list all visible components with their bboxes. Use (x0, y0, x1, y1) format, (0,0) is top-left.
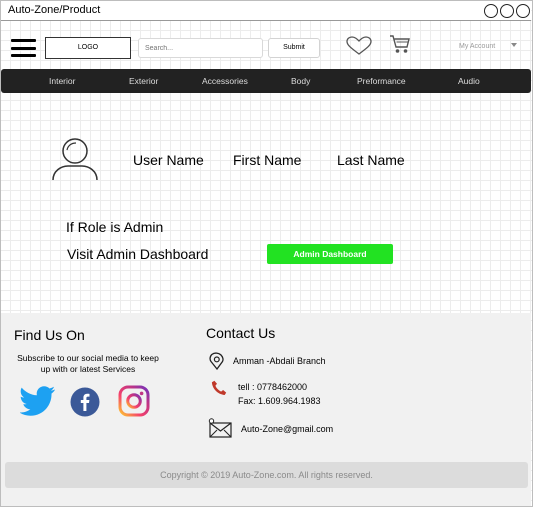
phone-text: tell : 0778462000 (238, 382, 308, 392)
submit-button[interactable]: Submit (268, 38, 320, 58)
window-button-2[interactable] (500, 4, 514, 18)
search-input[interactable] (138, 38, 263, 58)
facebook-icon[interactable] (70, 387, 100, 417)
window-button-3[interactable] (516, 4, 530, 18)
address-text: Amman -Abdali Branch (233, 356, 326, 366)
find-us-title: Find Us On (14, 327, 85, 343)
window-title: Auto-Zone/Product (8, 4, 101, 16)
admin-condition-text: If Role is Admin (66, 219, 164, 235)
cart-icon[interactable] (389, 33, 411, 55)
chevron-down-icon[interactable] (511, 43, 517, 47)
user-name-label: User Name (133, 152, 204, 168)
instagram-icon[interactable] (118, 385, 150, 417)
find-us-text: Subscribe to our social media to keep up… (17, 353, 159, 374)
user-avatar-icon (52, 138, 98, 181)
menu-icon[interactable] (11, 39, 36, 57)
logo[interactable]: LOGO (45, 37, 131, 59)
email-text[interactable]: Auto-Zone@gmail.com (241, 424, 333, 434)
location-icon (209, 352, 224, 370)
window-button-1[interactable] (484, 4, 498, 18)
nav-item-exterior[interactable]: Exterior (129, 76, 158, 86)
nav-item-preformance[interactable]: Preformance (357, 76, 406, 86)
phone-icon (211, 380, 227, 395)
main-nav: Interior Exterior Accessories Body Prefo… (1, 69, 531, 93)
title-bar: Auto-Zone/Product (1, 1, 531, 21)
copyright-bar: Copyright © 2019 Auto-Zone.com. All righ… (5, 462, 528, 488)
twitter-icon[interactable] (20, 386, 56, 416)
email-icon (208, 418, 232, 438)
nav-item-body[interactable]: Body (291, 76, 310, 86)
heart-icon[interactable] (346, 36, 372, 56)
fax-text: Fax: 1.609.964.1983 (238, 396, 321, 406)
nav-item-accessories[interactable]: Accessories (202, 76, 248, 86)
last-name-label: Last Name (337, 152, 405, 168)
contact-us-title: Contact Us (206, 325, 276, 341)
visit-admin-label: Visit Admin Dashboard (67, 246, 209, 262)
nav-item-audio[interactable]: Audio (458, 76, 480, 86)
nav-item-interior[interactable]: Interior (49, 76, 75, 86)
my-account-link[interactable]: My Account (459, 43, 495, 50)
first-name-label: First Name (233, 152, 302, 168)
admin-dashboard-button[interactable]: Admin Dashboard (267, 244, 393, 264)
